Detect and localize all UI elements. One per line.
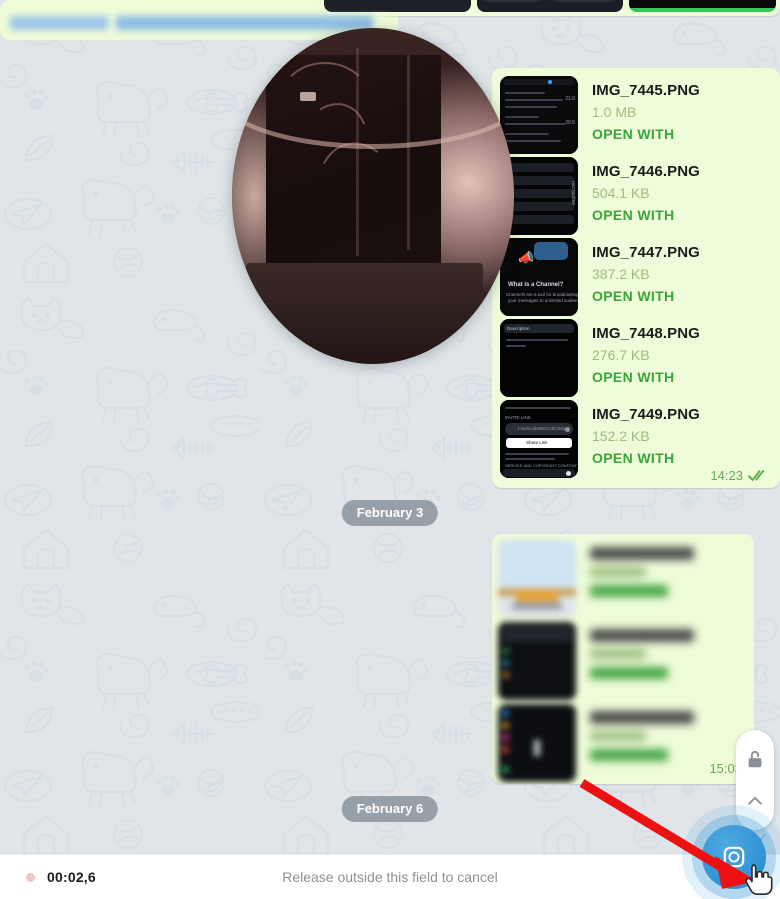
album-thumbnail[interactable]: [629, 0, 777, 12]
file-info-redacted: [576, 704, 694, 784]
file-name: IMG_7449.PNG: [592, 406, 700, 423]
message-timestamp: 14:23: [710, 468, 743, 483]
file-info-redacted: [576, 540, 694, 620]
voice-recording-bar: 00:02,6 Release outside this field to ca…: [0, 805, 780, 899]
file-info-redacted: [576, 622, 694, 702]
file-size: 276.7 KB: [592, 347, 650, 363]
message-bubble-file-list[interactable]: 21:0 20:5 IMG_7445.PNG 1.0 MB OPEN WITH: [492, 68, 780, 488]
telegram-chat-window: обмена: [0, 0, 780, 899]
file-attachment-row[interactable]: [498, 622, 748, 702]
unlock-icon[interactable]: [744, 748, 766, 770]
progress-bar: [629, 8, 777, 12]
file-attachment-row[interactable]: настройки IMG_7446.PNG 504.1 KB OPEN WIT…: [500, 157, 770, 237]
open-with-button[interactable]: OPEN WITH: [592, 286, 700, 306]
file-attachment-row[interactable]: Description IMG_7448.PNG 276.7 KB OPEN W…: [500, 319, 770, 399]
file-name: IMG_7445.PNG: [592, 82, 700, 99]
open-with-button[interactable]: OPEN WITH: [592, 367, 700, 387]
file-size: 504.1 KB: [592, 185, 650, 201]
open-with-button[interactable]: OPEN WITH: [592, 205, 700, 225]
file-name: IMG_7447.PNG: [592, 244, 700, 261]
open-with-button[interactable]: OPEN WITH: [592, 124, 700, 144]
file-size: 152.2 KB: [592, 428, 650, 444]
message-bubble-file-list-redacted[interactable]: 15:03: [492, 534, 754, 784]
open-with-button[interactable]: OPEN WITH: [592, 448, 700, 468]
message-bubble-clipped-top[interactable]: обмена: [320, 0, 780, 16]
file-thumbnail[interactable]: [498, 540, 576, 618]
album-thumbnail[interactable]: [324, 0, 471, 12]
file-thumbnail[interactable]: [498, 704, 576, 782]
file-name: IMG_7448.PNG: [592, 325, 700, 342]
album-thumbnail[interactable]: обмена: [476, 0, 624, 12]
recording-cancel-hint: Release outside this field to cancel: [282, 869, 498, 885]
file-thumbnail[interactable]: [498, 622, 576, 700]
message-footer: 14:23: [710, 468, 768, 483]
camera-feed: [232, 28, 514, 364]
date-separator: February 6: [341, 796, 439, 822]
file-attachment-row[interactable]: 21:0 20:5 IMG_7445.PNG 1.0 MB OPEN WITH: [500, 76, 770, 156]
date-separator: February 3: [341, 500, 439, 526]
file-size: 1.0 MB: [592, 104, 637, 120]
file-size: 387.2 KB: [592, 266, 650, 282]
mouse-cursor-hand-icon: [745, 864, 773, 895]
file-name: IMG_7446.PNG: [592, 163, 700, 180]
file-attachment-row[interactable]: [498, 540, 748, 620]
round-video-recording-preview: [232, 28, 514, 364]
file-thumbnail[interactable]: INVITE LINK t.me/cookIMGCnkCSsly Share L…: [500, 400, 578, 478]
read-receipt-double-check-icon: [748, 470, 765, 481]
file-attachment-row[interactable]: 📣 What is a Channel? Channels are a tool…: [500, 238, 770, 318]
